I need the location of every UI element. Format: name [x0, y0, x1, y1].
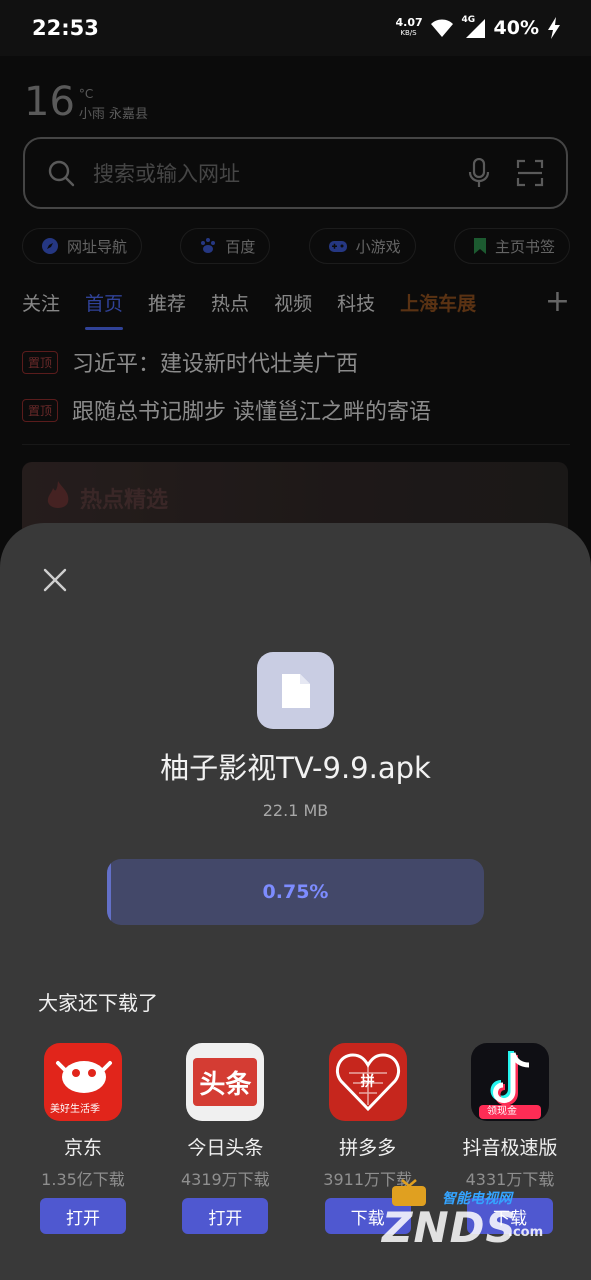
- file-name: 柚子影视TV-9.9.apk: [160, 751, 431, 785]
- app-downloads: 1.35亿下载: [41, 1170, 125, 1189]
- app-name: 今日头条: [187, 1137, 264, 1159]
- jd-app-icon[interactable]: 美好生活季: [44, 1043, 122, 1121]
- app-card-toutiao: 头条 今日头条 4319万下载 打开: [162, 1043, 288, 1234]
- pinduoduo-app-icon[interactable]: 拼: [328, 1043, 407, 1121]
- app-name: 拼多多: [339, 1137, 397, 1159]
- toutiao-app-icon[interactable]: 头条: [186, 1043, 265, 1121]
- wifi-icon: [430, 19, 453, 37]
- app-card-jd: 美好生活季 京东 1.35亿下载 打开: [20, 1043, 146, 1234]
- toutiao-icon-label: 头条: [193, 1058, 258, 1106]
- network-speed-value: 4.07: [395, 16, 423, 29]
- network-type: 4G: [461, 15, 476, 25]
- douyin-icon-label: 领现金: [486, 1106, 517, 1117]
- clock: 22:53: [32, 16, 99, 40]
- file-icon: [257, 652, 334, 729]
- watermark-brand: ZNDS: [382, 1203, 517, 1252]
- network-speed: 4.07 KB/S: [395, 16, 423, 38]
- znds-watermark-logo: 智能电视网 ZNDS .com: [380, 1170, 580, 1252]
- network-speed-unit: KB/S: [400, 29, 417, 37]
- close-button[interactable]: [38, 563, 72, 597]
- app-downloads: 4319万下载: [180, 1170, 270, 1189]
- open-button[interactable]: 打开: [40, 1198, 126, 1234]
- app-name: 京东: [63, 1137, 102, 1159]
- pinduoduo-icon-label: 拼: [360, 1074, 375, 1090]
- file-size: 22.1 MB: [262, 801, 329, 820]
- app-name: 抖音极速版: [462, 1137, 558, 1159]
- recommendations-title: 大家还下载了: [38, 991, 158, 1015]
- status-bar: 22:53 4.07 KB/S 4G 40%: [0, 0, 591, 56]
- cellular-signal-icon: 4G: [461, 15, 486, 39]
- open-button[interactable]: 打开: [182, 1198, 269, 1234]
- status-icons: 4.07 KB/S 4G 40%: [395, 15, 561, 39]
- battery-level: 40%: [493, 17, 539, 39]
- jd-icon-label: 美好生活季: [50, 1104, 100, 1115]
- close-icon: [43, 568, 67, 592]
- download-progress-bar[interactable]: 0.75%: [107, 859, 484, 925]
- douyin-app-icon[interactable]: 领现金: [470, 1043, 549, 1121]
- download-sheet: 柚子影视TV-9.9.apk 22.1 MB 0.75% 大家还下载了 美好生活…: [0, 523, 591, 1280]
- charging-bolt-icon: [548, 17, 560, 39]
- watermark-domain: .com: [508, 1225, 544, 1240]
- progress-percentage: 0.75%: [262, 881, 329, 903]
